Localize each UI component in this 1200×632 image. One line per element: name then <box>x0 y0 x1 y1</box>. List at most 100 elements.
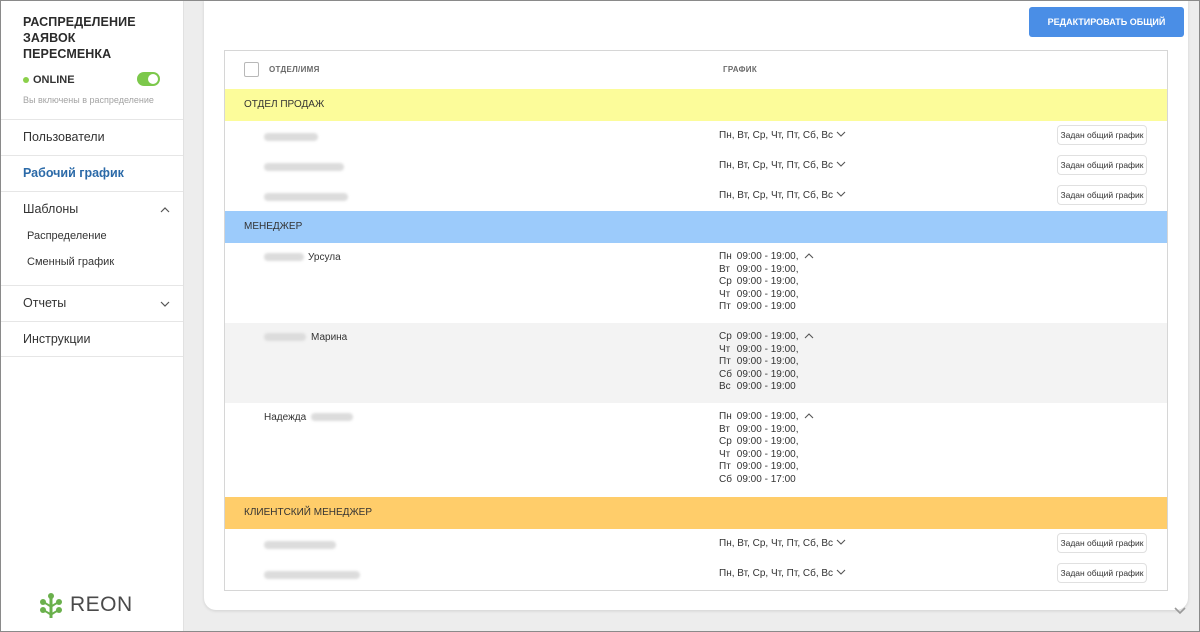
scroll-down-chevron-icon[interactable] <box>1173 605 1187 615</box>
schedule-day-line: Пт 09:00 - 19:00, <box>719 461 814 474</box>
schedule-days: Пн, Вт, Ср, Чт, Пт, Сб, Вс <box>719 568 834 580</box>
table-row[interactable]: Пн, Вт, Ср, Чт, Пт, Сб, Вс Задан общий г… <box>225 181 1167 211</box>
schedule-day-line: Пн 09:00 - 19:00, <box>719 411 814 424</box>
table-row[interactable]: Пн, Вт, Ср, Чт, Пт, Сб, Вс Задан общий г… <box>225 559 1167 589</box>
chevron-down-icon <box>160 299 170 308</box>
schedule-day-list: Ср 09:00 - 19:00, Чт 09:00 - 19:00, Пт 0… <box>719 331 814 394</box>
schedule-day-line: Сб 09:00 - 19:00, <box>719 369 814 382</box>
blurred-text <box>264 193 348 202</box>
employee-first-name: Урсула <box>308 252 341 263</box>
schedule-table: ОТДЕЛ/ИМЯ ГРАФИК ОТДЕЛ ПРОДАЖ Пн, Вт, Ср… <box>224 50 1168 591</box>
sidebar-item-reports[interactable]: Отчеты <box>0 285 183 321</box>
submenu-item-shift-schedule[interactable]: Сменный график <box>0 253 183 279</box>
schedule-time-range: 09:00 - 17:00 <box>736 473 796 485</box>
table-row[interactable]: Пн, Вт, Ср, Чт, Пт, Сб, Вс Задан общий г… <box>225 121 1167 151</box>
schedule-days: Пн, Вт, Ср, Чт, Пт, Сб, Вс <box>719 190 834 202</box>
table-row[interactable]: Марина Ср 09:00 - 19:00, Чт 09:00 - 19:0… <box>225 323 1167 403</box>
group-header-client-manager[interactable]: КЛИЕНТСКИЙ МЕНЕДЖЕР <box>225 497 1167 529</box>
schedule-day-list: Пн 09:00 - 19:00, Вт 09:00 - 19:00, Ср 0… <box>719 251 814 314</box>
schedule-time-range: 09:00 - 19:00, <box>736 448 799 460</box>
select-all-checkbox[interactable] <box>244 62 259 77</box>
templates-submenu: Распределение Сменный график <box>0 227 183 285</box>
schedule-day-label: Пт <box>719 301 731 313</box>
chevron-down-icon[interactable] <box>836 190 846 201</box>
schedule-day-label: Ср <box>719 331 732 342</box>
schedule-day-label: Чт <box>719 288 731 300</box>
edit-common-schedule-button[interactable]: РЕДАКТИРОВАТЬ ОБЩИЙ ГРАФИК <box>1029 7 1184 57</box>
chevron-up-icon[interactable] <box>804 411 814 424</box>
employee-name: Урсула <box>264 252 341 263</box>
blurred-text <box>264 541 336 550</box>
chevron-down-icon[interactable] <box>836 568 846 579</box>
blurred-text <box>264 133 318 142</box>
schedule-day-label: Ср <box>719 436 732 448</box>
table-row[interactable]: Пн, Вт, Ср, Чт, Пт, Сб, Вс Задан общий г… <box>225 529 1167 559</box>
group-header-sales[interactable]: ОТДЕЛ ПРОДАЖ <box>225 89 1167 121</box>
table-row[interactable]: Урсула Пн 09:00 - 19:00, Вт 09:00 - 19:0… <box>225 243 1167 323</box>
schedule-day-label: Ср <box>719 276 732 288</box>
schedule-summary[interactable]: Пн, Вт, Ср, Чт, Пт, Сб, Вс <box>719 130 846 141</box>
common-schedule-badge: Задан общий график <box>1057 185 1147 205</box>
schedule-day-label: Сб <box>719 473 732 485</box>
schedule-day-label: Пт <box>719 356 731 368</box>
employee-name-blurred <box>264 162 344 173</box>
schedule-time-range: 09:00 - 19:00, <box>736 288 799 300</box>
sidebar-item-instructions[interactable]: Инструкции <box>0 321 183 357</box>
chevron-down-icon[interactable] <box>836 160 846 171</box>
table-row[interactable]: Пн, Вт, Ср, Чт, Пт, Сб, Вс Задан общий г… <box>225 151 1167 181</box>
schedule-time-range: 09:00 - 19:00, <box>736 368 799 380</box>
chevron-up-icon[interactable] <box>804 331 814 344</box>
schedule-summary[interactable]: Пн, Вт, Ср, Чт, Пт, Сб, Вс <box>719 538 846 549</box>
employee-name-blurred <box>264 540 336 551</box>
sidebar-item-users[interactable]: Пользователи <box>0 119 183 155</box>
schedule-time-range: 09:00 - 19:00, <box>736 263 799 275</box>
chevron-up-icon[interactable] <box>804 251 814 264</box>
schedule-days: Пн, Вт, Ср, Чт, Пт, Сб, Вс <box>719 130 834 142</box>
blurred-text <box>264 333 306 342</box>
employee-name-blurred <box>264 132 318 143</box>
schedule-day-label: Сб <box>719 368 732 380</box>
schedule-day-line: Чт 09:00 - 19:00, <box>719 449 814 462</box>
reon-logo: REON <box>38 590 133 620</box>
sidebar-item-schedule[interactable]: Рабочий график <box>0 155 183 191</box>
status-label: ONLINE <box>33 74 75 86</box>
sidebar-item-label: Шаблоны <box>23 202 79 216</box>
sidebar-item-label: Рабочий график <box>23 166 124 180</box>
schedule-day-line: Пт 09:00 - 19:00 <box>719 301 814 314</box>
schedule-day-line: Сб 09:00 - 17:00 <box>719 474 814 487</box>
schedule-day-label: Чт <box>719 343 731 355</box>
schedule-days: Пн, Вт, Ср, Чт, Пт, Сб, Вс <box>719 160 834 172</box>
chevron-down-icon[interactable] <box>836 130 846 141</box>
common-schedule-badge: Задан общий график <box>1057 563 1147 583</box>
common-schedule-badge: Задан общий график <box>1057 533 1147 553</box>
schedule-time-range: 09:00 - 19:00, <box>736 276 799 288</box>
sidebar-nav: Пользователи Рабочий график Шаблоны Расп… <box>0 119 183 357</box>
employee-name: Марина <box>264 332 347 343</box>
schedule-summary[interactable]: Пн, Вт, Ср, Чт, Пт, Сб, Вс <box>719 190 846 201</box>
sidebar-item-label: Пользователи <box>23 130 105 144</box>
table-row[interactable]: Надежда Пн 09:00 - 19:00, Вт 09:00 - 19:… <box>225 403 1167 497</box>
column-header-schedule: ГРАФИК <box>723 65 758 74</box>
blurred-text <box>264 163 344 172</box>
schedule-time-range: 09:00 - 19:00 <box>736 301 796 313</box>
schedule-day-list: Пн 09:00 - 19:00, Вт 09:00 - 19:00, Ср 0… <box>719 411 814 487</box>
sidebar-item-label: Отчеты <box>23 296 67 310</box>
sidebar-item-templates[interactable]: Шаблоны <box>0 191 183 227</box>
submenu-item-distribution[interactable]: Распределение <box>0 227 183 253</box>
schedule-day-line: Пт 09:00 - 19:00, <box>719 356 814 369</box>
online-toggle[interactable] <box>137 72 160 86</box>
schedule-day-line: Пн 09:00 - 19:00, <box>719 251 814 264</box>
schedule-time-range: 09:00 - 19:00, <box>736 436 799 448</box>
schedule-summary[interactable]: Пн, Вт, Ср, Чт, Пт, Сб, Вс <box>719 568 846 579</box>
schedule-summary[interactable]: Пн, Вт, Ср, Чт, Пт, Сб, Вс <box>719 160 846 171</box>
schedule-day-label: Пт <box>719 461 731 473</box>
common-schedule-badge: Задан общий график <box>1057 125 1147 145</box>
blurred-text <box>311 413 354 422</box>
table-header: ОТДЕЛ/ИМЯ ГРАФИК <box>225 51 1167 89</box>
status-dot-icon <box>23 77 29 83</box>
schedule-time-range: 09:00 - 19:00, <box>736 356 799 368</box>
chevron-down-icon[interactable] <box>836 538 846 549</box>
group-header-manager[interactable]: МЕНЕДЖЕР <box>225 211 1167 243</box>
schedule-day-label: Пн <box>719 251 732 262</box>
schedule-day-label: Вс <box>719 381 731 393</box>
